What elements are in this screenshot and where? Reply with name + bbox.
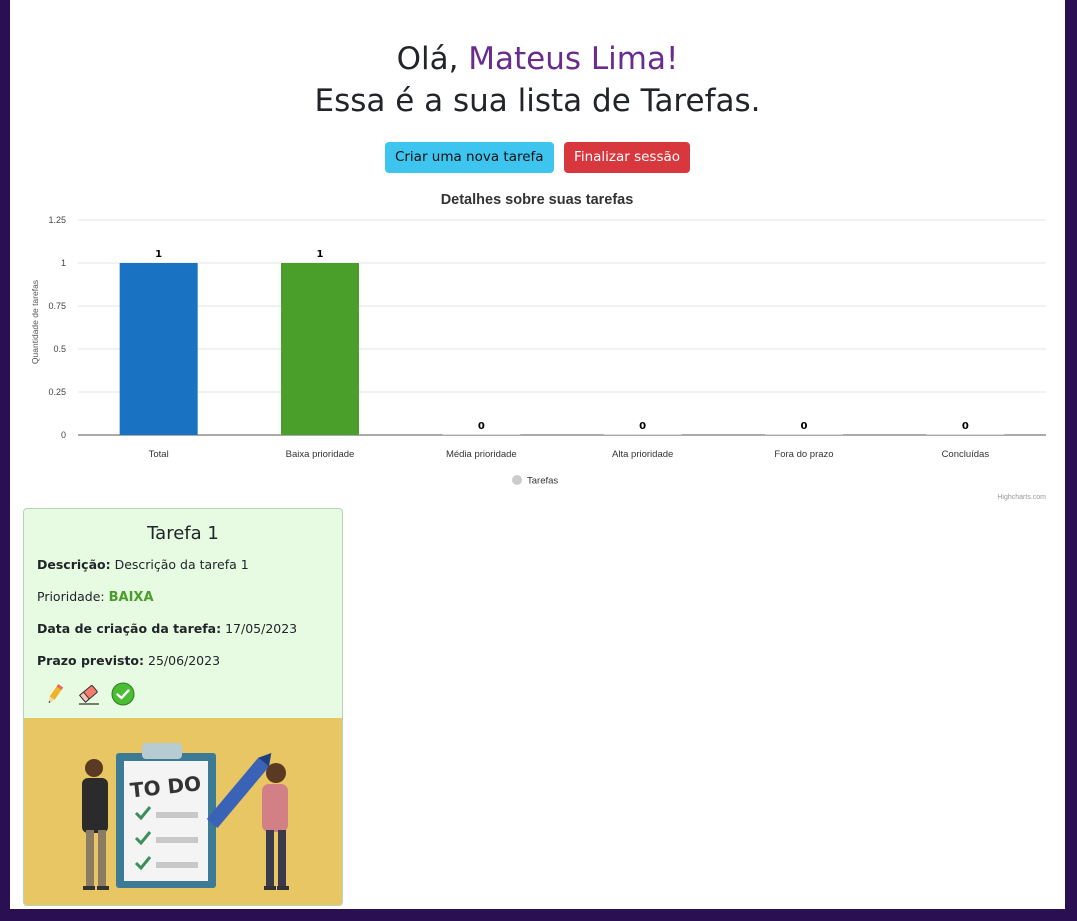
new-task-button[interactable]: Criar uma nova tarefa bbox=[384, 142, 554, 173]
created-value: 17/05/2023 bbox=[225, 621, 298, 636]
pencil-icon[interactable] bbox=[42, 681, 68, 707]
task-created: Data de criação da tarefa: 17/05/2023 bbox=[37, 613, 342, 645]
action-bar: Criar uma nova tarefa Finalizar sessão bbox=[10, 142, 1065, 174]
data-label: 0 bbox=[801, 421, 808, 432]
bar bbox=[281, 263, 359, 435]
description-label: Descrição: bbox=[37, 557, 111, 572]
chart-bars: 1 1 0 0 0 0 bbox=[119, 248, 1005, 435]
task-deadline: Prazo previsto: 25/06/2023 bbox=[37, 645, 342, 677]
priority-label: Prioridade: bbox=[37, 589, 105, 604]
bar bbox=[765, 434, 843, 435]
x-tick-label: Baixa prioridade bbox=[286, 449, 355, 460]
data-label: 0 bbox=[639, 421, 646, 432]
y-tick-label: 0 bbox=[61, 430, 66, 440]
deadline-value: 25/06/2023 bbox=[148, 653, 221, 668]
legend-marker bbox=[512, 475, 522, 485]
page-title: Olá, Mateus Lima! Essa é a sua lista de … bbox=[10, 0, 1065, 122]
bar bbox=[926, 434, 1005, 435]
priority-value: BAIXA bbox=[108, 590, 154, 605]
bar bbox=[442, 434, 521, 435]
user-name: Mateus Lima! bbox=[468, 41, 679, 77]
y-tick-label: 0.5 bbox=[53, 344, 66, 354]
x-tick-label: Fora do prazo bbox=[774, 449, 833, 460]
task-card: Tarefa 1 Descrição: Descrição da tarefa … bbox=[23, 508, 343, 906]
chart-svg: Detalhes sobre suas tarefas Quantidade d… bbox=[30, 192, 1046, 501]
task-title: Tarefa 1 bbox=[147, 523, 219, 544]
chart-legend[interactable]: Tarefas bbox=[512, 475, 558, 487]
task-description: Descrição: Descrição da tarefa 1 bbox=[37, 549, 342, 581]
eraser-icon[interactable] bbox=[76, 681, 102, 707]
legend-label: Tarefas bbox=[527, 476, 558, 487]
y-tick-label: 1.25 bbox=[48, 215, 66, 225]
data-label: 1 bbox=[155, 249, 162, 260]
bar bbox=[119, 263, 198, 435]
task-priority: Prioridade: BAIXA bbox=[37, 581, 342, 613]
page-subtitle: Essa é a sua lista de Tarefas. bbox=[314, 83, 761, 119]
data-label: 0 bbox=[962, 421, 969, 432]
x-tick-label: Alta prioridade bbox=[612, 449, 673, 460]
todo-illustration: TO DO bbox=[24, 718, 342, 905]
chart-y-ticks: 0 0.25 0.5 0.75 1 1.25 bbox=[48, 215, 66, 440]
chart-title: Detalhes sobre suas tarefas bbox=[441, 192, 634, 208]
check-circle-icon[interactable] bbox=[110, 681, 136, 707]
x-tick-label: Total bbox=[149, 449, 169, 460]
description-value: Descrição da tarefa 1 bbox=[114, 557, 249, 572]
chart-credits[interactable]: Highcharts.com bbox=[997, 494, 1046, 501]
y-tick-label: 0.25 bbox=[48, 387, 66, 397]
data-label: 1 bbox=[317, 249, 324, 260]
created-label: Data de criação da tarefa: bbox=[37, 621, 222, 636]
page: Olá, Mateus Lima! Essa é a sua lista de … bbox=[10, 0, 1065, 909]
greeting-prefix: Olá, bbox=[396, 41, 469, 77]
deadline-label: Prazo previsto: bbox=[37, 653, 145, 668]
chart-x-ticks: Total Baixa prioridade Média prioridade Alt… bbox=[149, 449, 990, 460]
chart-grid bbox=[78, 219, 1046, 436]
data-label: 0 bbox=[478, 421, 485, 432]
task-chart: Detalhes sobre suas tarefas Quantidade d… bbox=[10, 186, 1065, 506]
y-tick-label: 1 bbox=[61, 258, 66, 268]
task-actions bbox=[42, 679, 342, 709]
x-tick-label: Média prioridade bbox=[446, 449, 517, 460]
y-tick-label: 0.75 bbox=[48, 301, 66, 311]
chart-ylabel: Quantidade de tarefas bbox=[30, 280, 40, 364]
x-tick-label: Concluídas bbox=[942, 449, 990, 460]
logout-button[interactable]: Finalizar sessão bbox=[564, 142, 691, 173]
bar bbox=[603, 434, 682, 435]
